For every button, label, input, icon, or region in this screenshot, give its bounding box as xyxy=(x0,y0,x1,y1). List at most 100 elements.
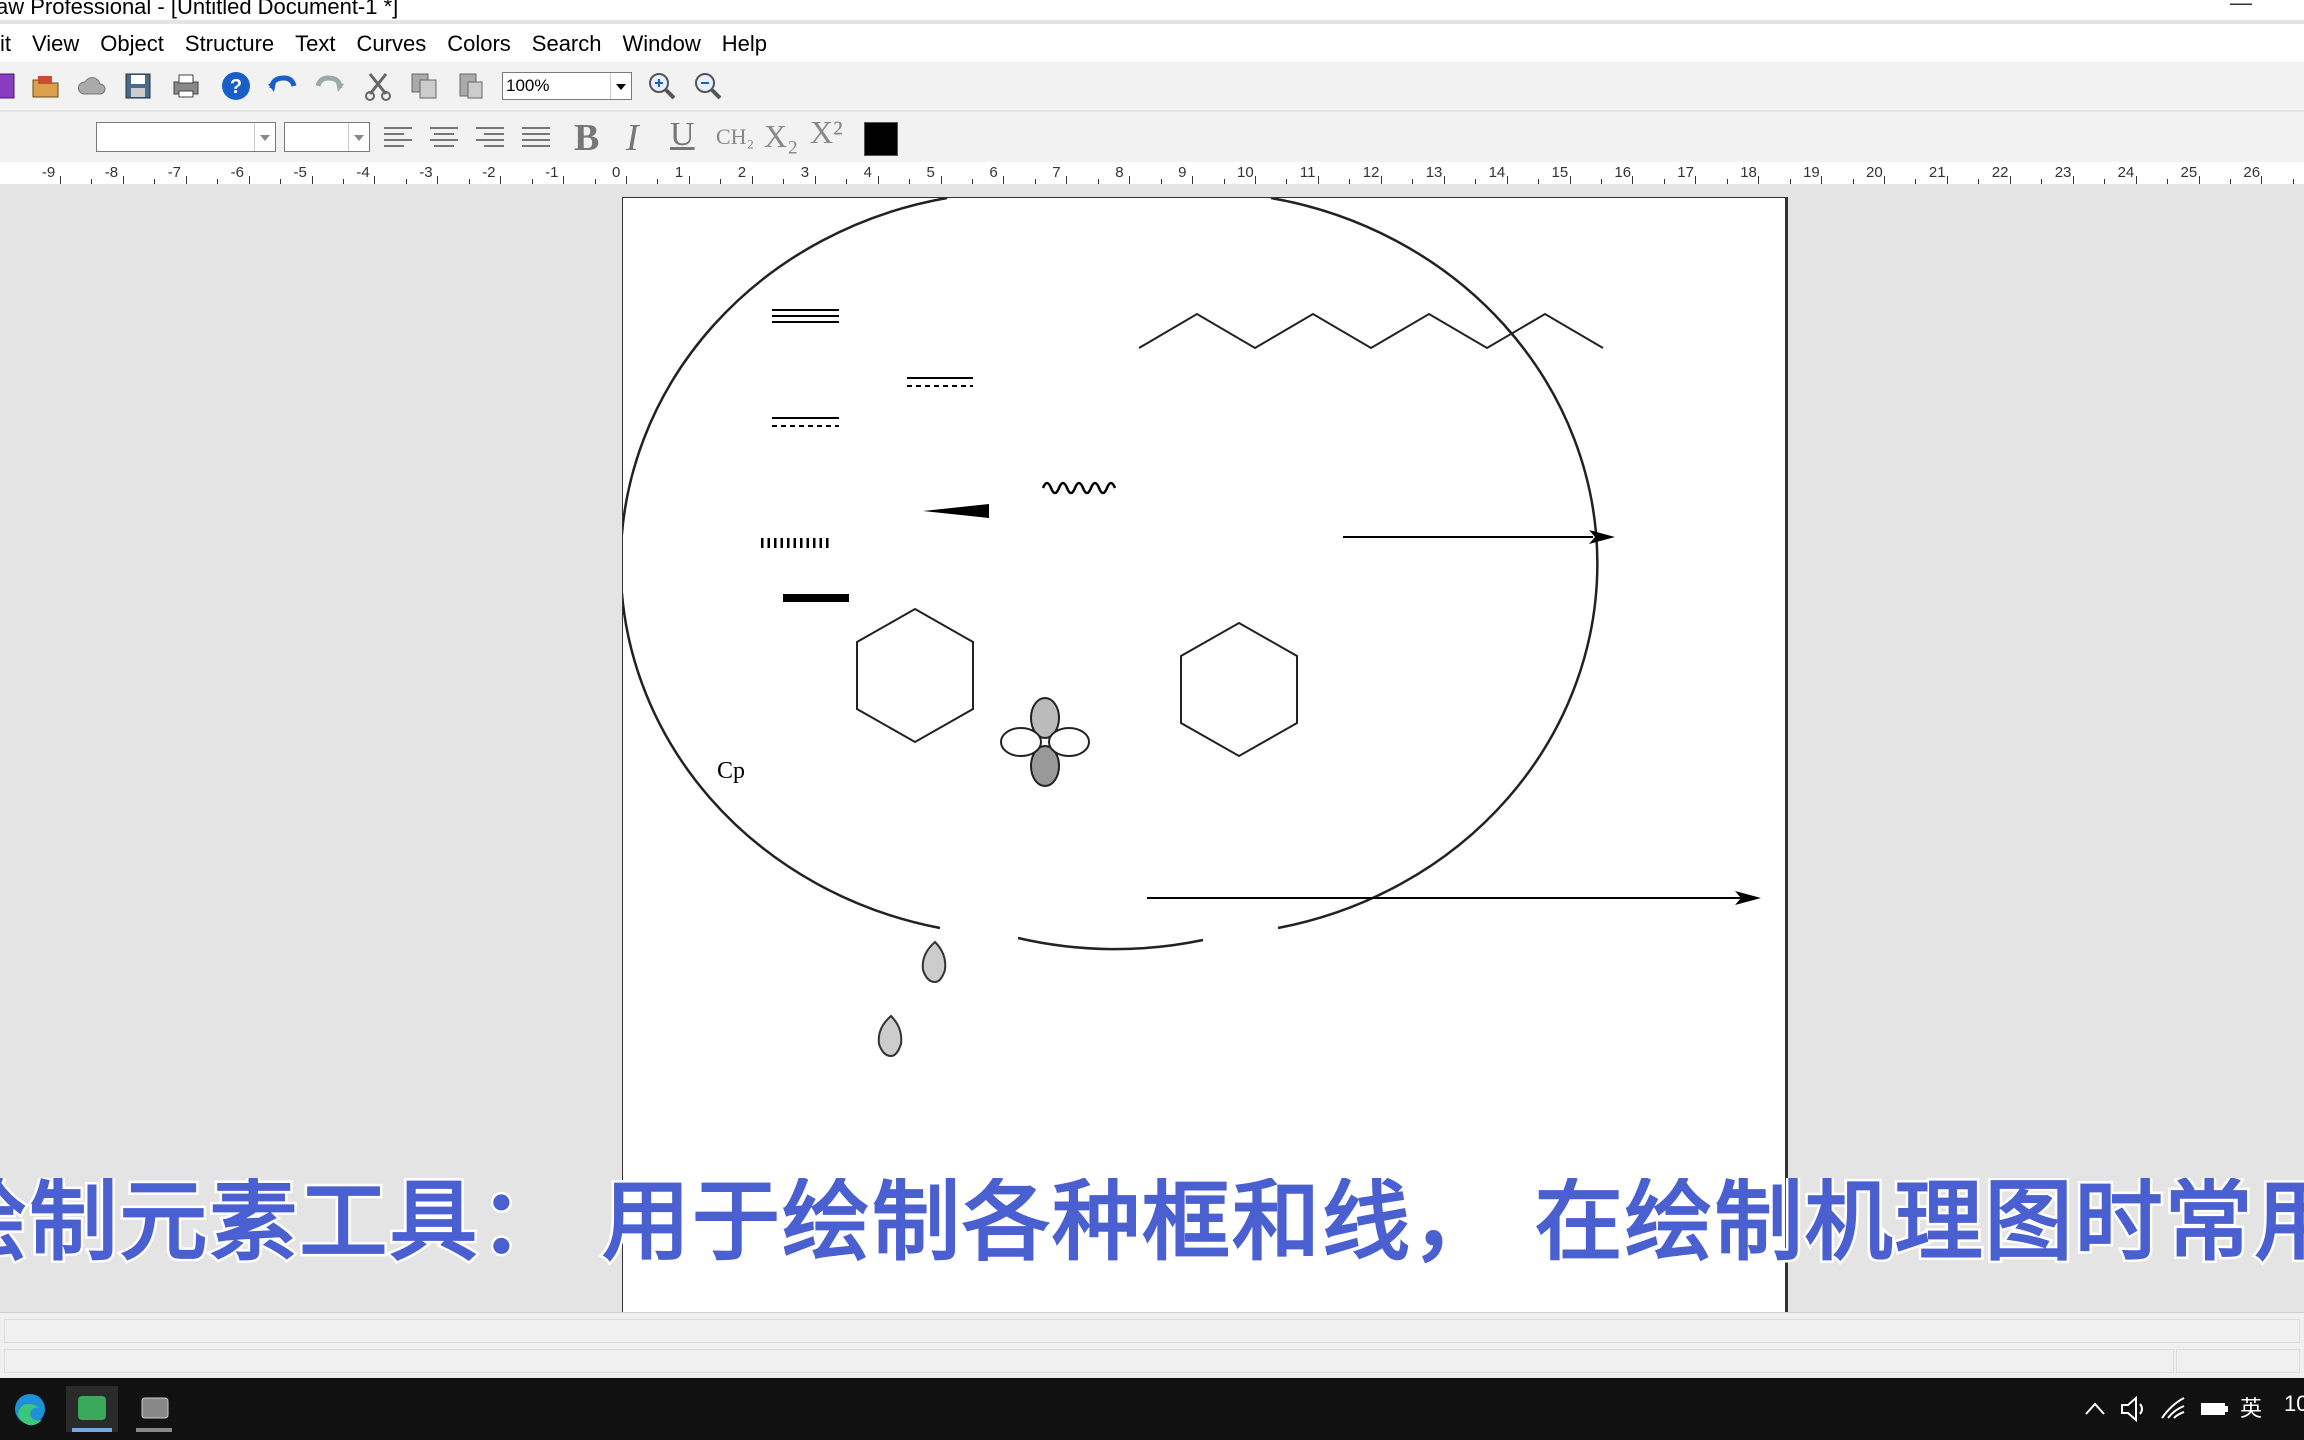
help-icon[interactable]: ? xyxy=(220,70,252,102)
ruler-tick xyxy=(248,176,250,184)
font-size-dropdown-arrow[interactable] xyxy=(348,123,369,151)
ruler-label: 14 xyxy=(1488,164,1506,181)
document-page[interactable]: Cp xyxy=(622,197,1788,1317)
chemdraw-window-icon[interactable] xyxy=(128,1386,180,1432)
ruler-tick xyxy=(2009,176,2011,184)
menu-curves[interactable]: Curves xyxy=(349,30,435,58)
align-justify-icon[interactable] xyxy=(520,122,552,154)
ruler-tick xyxy=(2135,176,2137,184)
window-title: aw Professional - [Untitled Document-1 *… xyxy=(0,0,399,19)
orbital-lobe-sample xyxy=(921,940,947,984)
redo-icon[interactable] xyxy=(314,70,346,102)
subscript-button[interactable]: X₂ xyxy=(764,118,798,155)
ruler-label: 1 xyxy=(674,164,684,181)
ruler-tick xyxy=(1884,176,1885,184)
ruler-tick xyxy=(1506,176,1508,184)
ruler-label: -3 xyxy=(419,164,433,181)
ruler-label: -1 xyxy=(545,164,559,181)
superscript-button[interactable]: X² xyxy=(810,114,843,151)
zoom-dropdown-arrow[interactable] xyxy=(610,73,631,99)
menu-help[interactable]: Help xyxy=(714,30,775,58)
ruler-tick xyxy=(1066,176,1068,184)
new-icon[interactable] xyxy=(0,70,22,102)
ruler-tick xyxy=(1003,176,1005,184)
print-icon[interactable] xyxy=(170,70,202,102)
menu-edit[interactable]: it xyxy=(0,30,19,58)
menu-window[interactable]: Window xyxy=(615,30,709,58)
cloud-icon[interactable] xyxy=(76,70,108,102)
ime-indicator[interactable]: 英 xyxy=(2240,1391,2262,1423)
clock[interactable]: 10 xyxy=(2284,1391,2304,1417)
align-left-icon[interactable] xyxy=(382,122,414,154)
ruler-label: 5 xyxy=(926,164,935,181)
font-name-dropdown-arrow[interactable] xyxy=(254,123,275,151)
italic-button[interactable]: I xyxy=(626,116,639,160)
ruler-tick xyxy=(185,176,187,184)
color-swatch[interactable] xyxy=(864,122,898,156)
ruler-tick xyxy=(563,176,565,184)
zoom-in-icon[interactable] xyxy=(646,70,678,102)
chemdraw-taskbar-icon[interactable] xyxy=(66,1386,118,1432)
zoom-select[interactable]: 100% xyxy=(502,72,632,100)
menu-object[interactable]: Object xyxy=(92,30,172,58)
ruler-label: 16 xyxy=(1614,164,1632,181)
title-bar: aw Professional - [Untitled Document-1 *… xyxy=(0,0,2304,20)
cut-icon[interactable] xyxy=(362,70,394,102)
ruler-tick xyxy=(2072,176,2074,184)
minimize-button[interactable]: — xyxy=(2230,0,2252,14)
font-size-select[interactable] xyxy=(284,122,370,152)
chevron-down-icon xyxy=(260,135,270,141)
menu-view[interactable]: View xyxy=(24,30,87,58)
ruler-tick xyxy=(500,176,502,184)
ruler-label: 17 xyxy=(1677,164,1694,181)
menu-search[interactable]: Search xyxy=(524,30,610,58)
ruler-tick xyxy=(1946,176,1948,184)
menu-bar: it View Object Structure Text Curves Col… xyxy=(0,24,2304,62)
large-circle-arc xyxy=(1017,936,1204,951)
os-taskbar: 英 10 xyxy=(0,1378,2304,1440)
bold-button[interactable]: B xyxy=(574,116,599,160)
zoom-out-icon[interactable] xyxy=(692,70,724,102)
ruler-label: -4 xyxy=(356,164,370,181)
ruler-tick xyxy=(626,176,627,184)
ruler-tick xyxy=(437,176,439,184)
ruler-label: 24 xyxy=(2117,164,2135,181)
hexagon-ring-sample xyxy=(1180,621,1298,758)
align-center-icon[interactable] xyxy=(428,122,460,154)
ruler-tick xyxy=(1632,176,1634,184)
chain-sample xyxy=(1138,312,1604,350)
underline-button[interactable]: U xyxy=(670,116,695,154)
copy-icon[interactable] xyxy=(408,70,440,102)
ruler-tick xyxy=(1192,176,1194,184)
chevron-up-icon[interactable] xyxy=(2080,1394,2110,1424)
ruler-label: 19 xyxy=(1803,164,1820,181)
battery-icon[interactable] xyxy=(2198,1394,2230,1424)
save-icon[interactable] xyxy=(122,70,154,102)
paste-icon[interactable] xyxy=(454,70,486,102)
ruler-label: 10 xyxy=(1237,164,1254,181)
font-name-select[interactable] xyxy=(96,122,276,152)
ruler-tick xyxy=(311,176,313,184)
status-pane xyxy=(4,1349,2174,1373)
ruler-tick xyxy=(1317,176,1319,184)
chevron-down-icon xyxy=(354,135,364,141)
ruler-label: -2 xyxy=(482,164,496,181)
menu-colors[interactable]: Colors xyxy=(439,30,519,58)
hexagon-ring-sample xyxy=(856,607,974,744)
volume-icon[interactable] xyxy=(2118,1394,2148,1424)
drawing-area[interactable]: Cp xyxy=(623,198,1785,1316)
horizontal-ruler: -9 -8 -7 -6 -5 -4 -3 -2 -1 0 1 2 3 4 5 6 7 8 9 10 11 12 13 14 15… xyxy=(0,162,2304,185)
undo-icon[interactable] xyxy=(266,70,298,102)
ruler-label: 20 xyxy=(1866,164,1883,181)
align-right-icon[interactable] xyxy=(474,122,506,154)
ruler-label: 25 xyxy=(2180,164,2198,181)
edge-browser-icon[interactable] xyxy=(4,1386,56,1432)
formula-button[interactable]: CH₂ xyxy=(716,124,754,150)
ruler-label: 7 xyxy=(1052,164,1061,181)
menu-structure[interactable]: Structure xyxy=(177,30,282,58)
ruler-tick xyxy=(1129,176,1131,184)
open-icon[interactable] xyxy=(30,70,62,102)
wifi-icon[interactable] xyxy=(2158,1394,2188,1424)
document-canvas[interactable]: Cp xyxy=(0,184,2304,1317)
menu-text[interactable]: Text xyxy=(287,30,343,58)
